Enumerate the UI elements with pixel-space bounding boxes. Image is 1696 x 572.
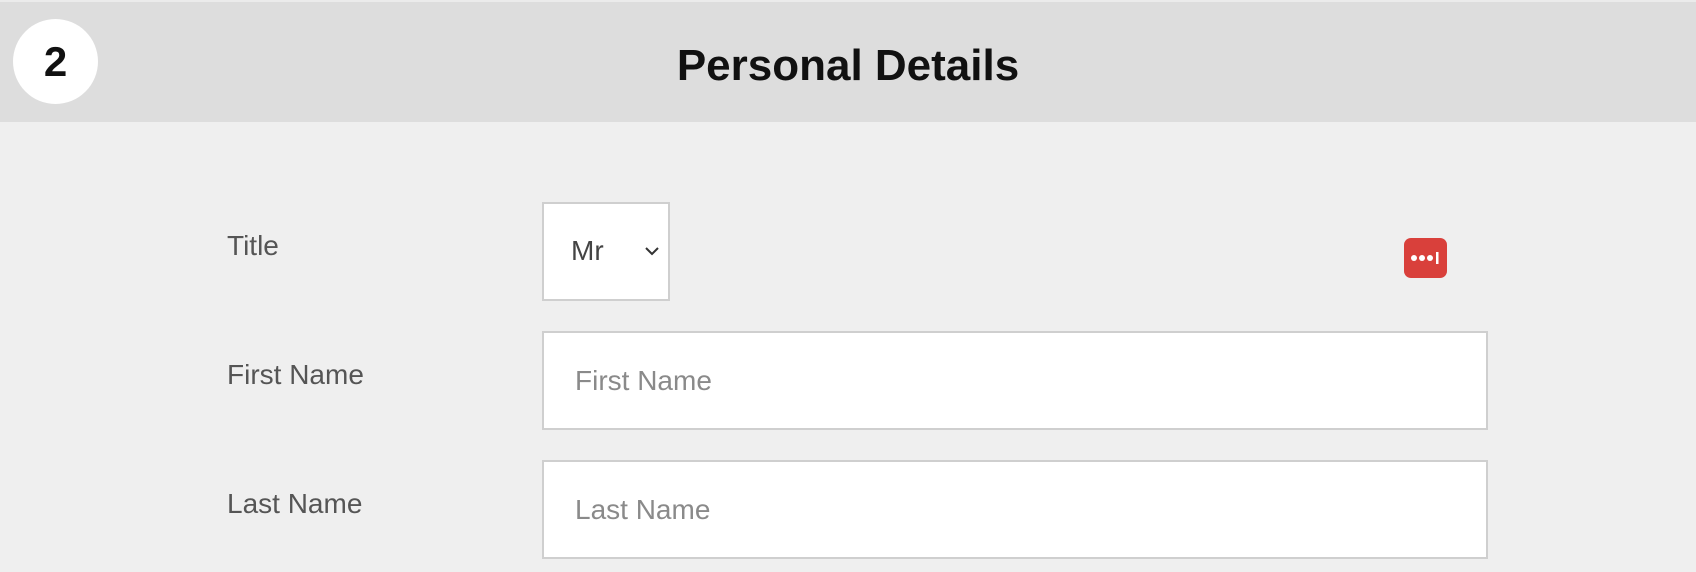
title-select-value: Mr xyxy=(571,235,604,266)
first-name-label: First Name xyxy=(227,359,364,390)
section-title: Personal Details xyxy=(676,41,1020,90)
section-header: 2 Personal Details xyxy=(0,0,1696,122)
last-name-input[interactable] xyxy=(542,460,1488,559)
password-manager-icon[interactable] xyxy=(1404,238,1447,278)
title-label: Title xyxy=(227,230,279,261)
title-select[interactable]: Mr xyxy=(542,202,670,301)
personal-details-form: Title Mr First Name Last Name xyxy=(0,122,1696,572)
chevron-down-icon xyxy=(645,247,659,256)
last-name-label: Last Name xyxy=(227,488,363,519)
first-name-input[interactable] xyxy=(542,331,1488,430)
password-dots-icon xyxy=(1410,252,1438,264)
